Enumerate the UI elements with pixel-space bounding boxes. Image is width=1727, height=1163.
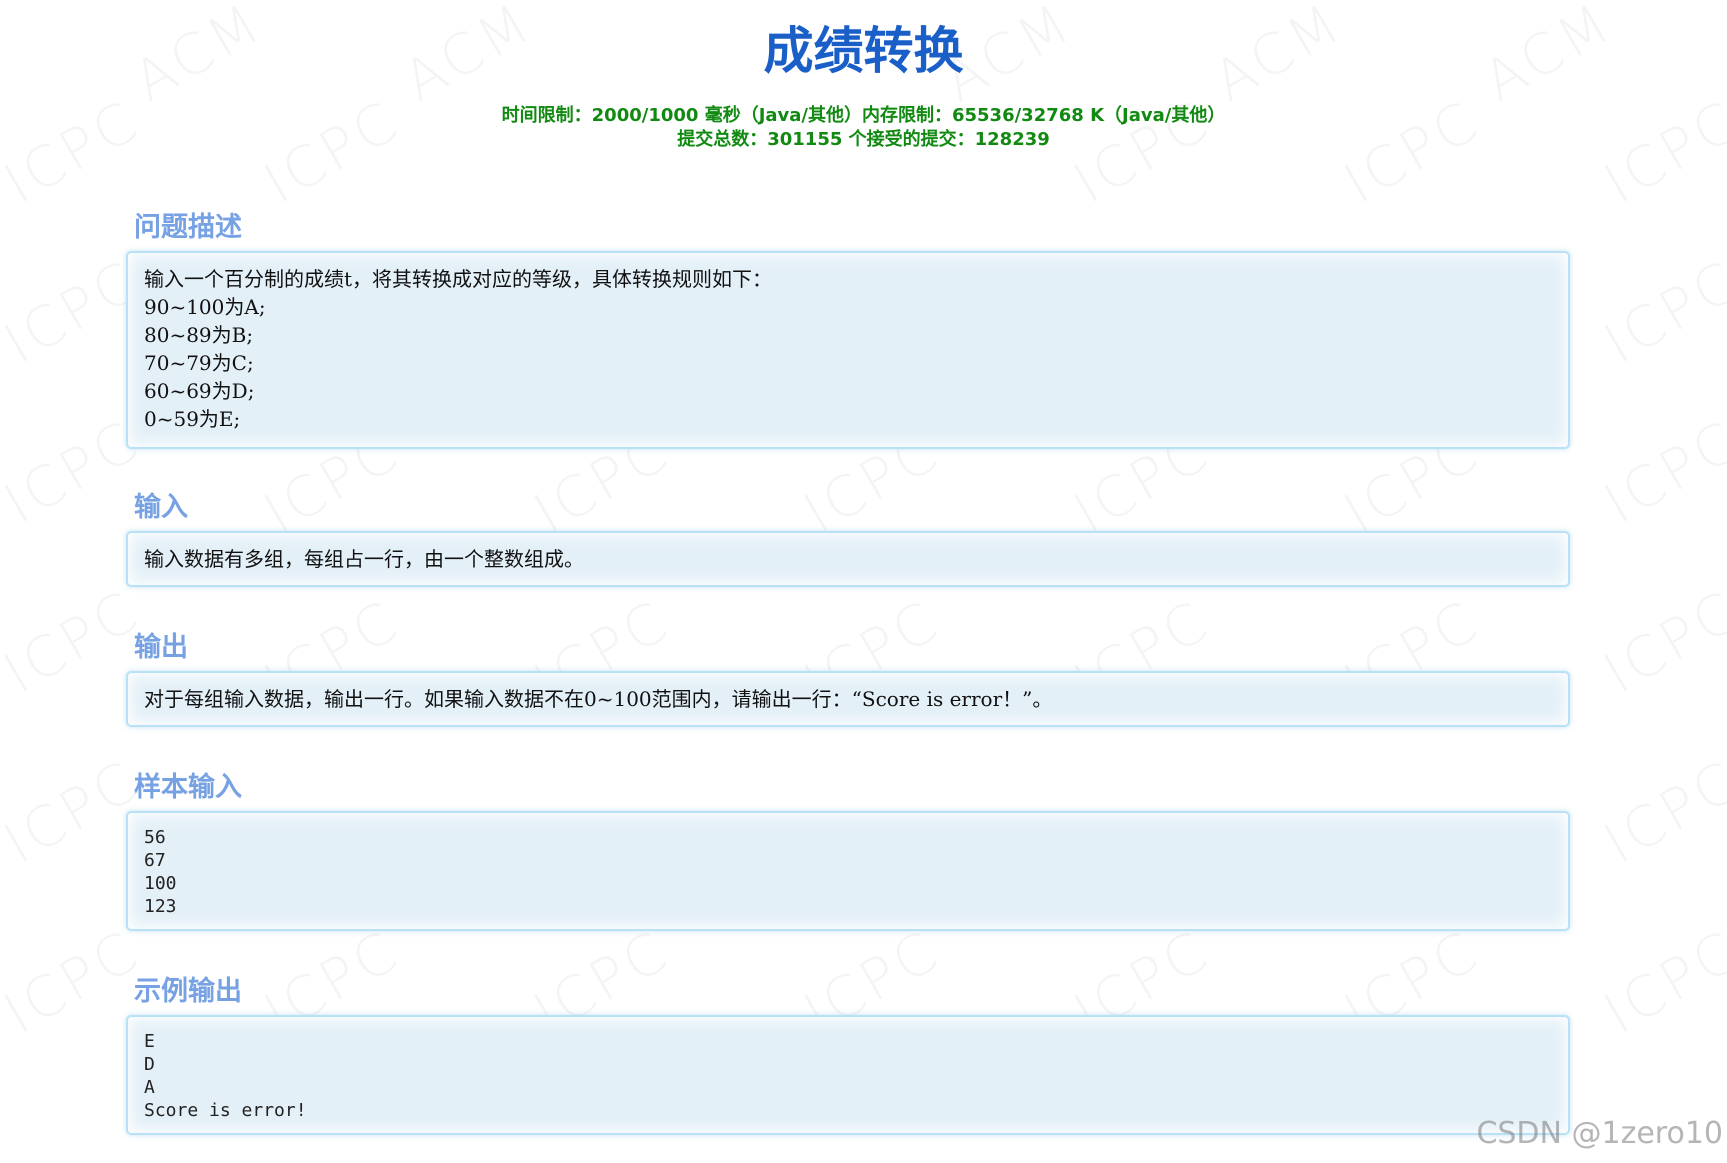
sample-input-line: 67 — [144, 850, 166, 871]
description-line: 输入一个百分制的成绩t，将其转换成对应的等级，具体转换规则如下： — [144, 267, 773, 291]
input-description: 输入数据有多组，每组占一行，由一个整数组成。 — [144, 547, 584, 571]
sample-output-box: E D A Score is error! — [126, 1015, 1570, 1135]
section-title-output: 输出 — [134, 632, 188, 663]
description-box: 输入一个百分制的成绩t，将其转换成对应的等级，具体转换规则如下： 90~100为… — [126, 251, 1570, 449]
problem-title: 成绩转换 — [763, 22, 964, 80]
sample-output-line: E — [144, 1031, 155, 1052]
sample-output-line: A — [144, 1077, 155, 1098]
section-title-description: 问题描述 — [134, 212, 242, 243]
sample-input-line: 100 — [144, 873, 177, 894]
watermark-icpc: ICPC — [1593, 918, 1727, 1047]
watermark-icpc: ICPC — [1593, 748, 1727, 877]
description-line: 80~89为B; — [144, 323, 254, 347]
problem-content: 成绩转换 时间限制：2000/1000 毫秒（Java/其他）内存限制：6553… — [0, 0, 1727, 152]
section-title-sample-input: 样本输入 — [134, 772, 242, 803]
section-title-input: 输入 — [134, 492, 188, 523]
input-box: 输入数据有多组，每组占一行，由一个整数组成。 — [126, 531, 1570, 587]
watermark-icpc: ICPC — [1593, 578, 1727, 707]
sample-input-line: 123 — [144, 896, 177, 917]
csdn-watermark: CSDN @1zero10 — [1476, 1116, 1723, 1151]
time-memory-limit: 时间限制：2000/1000 毫秒（Java/其他）内存限制：65536/327… — [501, 105, 1226, 126]
watermark-icpc: ICPC — [1593, 248, 1727, 377]
submission-stats: 提交总数：301155 个接受的提交：128239 — [677, 129, 1050, 150]
sample-output-line: D — [144, 1054, 155, 1075]
description-line: 60~69为D; — [144, 379, 255, 403]
problem-page: ACM ACM ACM ACM ACM ICPC ICPC ICPC ICPC … — [0, 0, 1727, 1163]
description-line: 0~59为E; — [144, 407, 241, 431]
output-box: 对于每组输入数据，输出一行。如果输入数据不在0~100范围内，请输出一行：“Sc… — [126, 671, 1570, 727]
description-line: 70~79为C; — [144, 351, 254, 375]
problem-limits: 时间限制：2000/1000 毫秒（Java/其他）内存限制：65536/327… — [0, 104, 1727, 152]
watermark-icpc: ICPC — [1593, 408, 1727, 537]
sample-input-box: 56 67 100 123 — [126, 811, 1570, 931]
sample-input-line: 56 — [144, 827, 166, 848]
description-line: 90~100为A; — [144, 295, 266, 319]
sample-output-line: Score is error! — [144, 1100, 307, 1121]
section-title-sample-output: 示例输出 — [134, 976, 242, 1007]
output-description: 对于每组输入数据，输出一行。如果输入数据不在0~100范围内，请输出一行：“Sc… — [144, 687, 1053, 711]
